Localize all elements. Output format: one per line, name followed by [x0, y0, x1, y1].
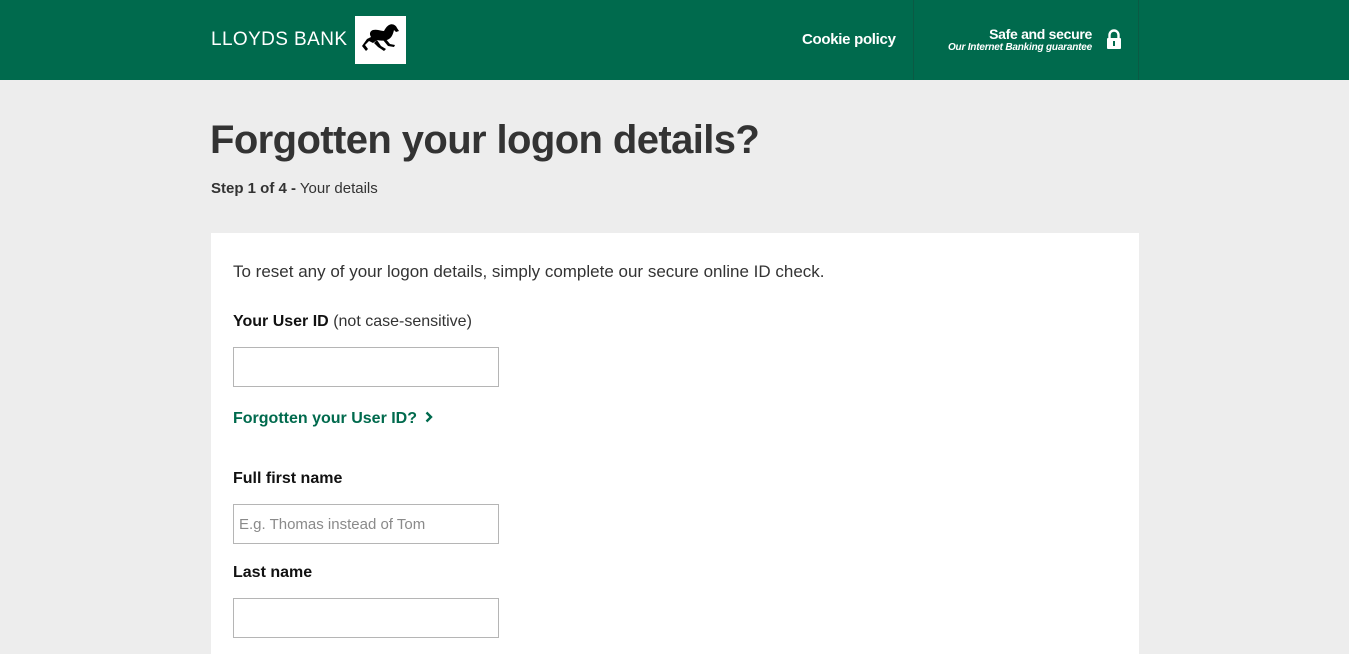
first-name-input[interactable]: [233, 504, 499, 544]
step-text: Your details: [299, 180, 378, 197]
form-panel: To reset any of your logon details, simp…: [211, 233, 1139, 654]
forgotten-user-id-link[interactable]: Forgotten your User ID?: [233, 410, 433, 428]
chevron-right-icon: [425, 410, 433, 428]
secure-subtitle: Our Internet Banking guarantee: [947, 42, 1092, 53]
user-id-label-text: Your User ID: [233, 313, 329, 330]
last-name-label: Last name: [233, 564, 313, 581]
safe-and-secure-link[interactable]: Safe and secure Our Internet Banking gua…: [914, 0, 1138, 80]
secure-title: Safe and secure: [989, 26, 1092, 42]
user-id-label: Your User ID (not case-sensitive): [233, 313, 472, 331]
site-header: LLOYDS BANK Cookie policy Safe and secur…: [0, 0, 1349, 80]
last-name-input[interactable]: [233, 598, 499, 638]
lock-icon: [1106, 29, 1122, 55]
step-label: Step 1 of 4 -: [211, 180, 297, 197]
forgotten-user-id-text: Forgotten your User ID?: [233, 410, 418, 427]
first-name-label: Full first name: [233, 470, 343, 487]
cookie-policy-link[interactable]: Cookie policy: [802, 31, 896, 48]
black-horse-logo-icon: [355, 16, 407, 64]
brand-logo-link[interactable]: LLOYDS BANK: [211, 16, 407, 64]
intro-text: To reset any of your logon details, simp…: [233, 262, 825, 281]
step-indicator: Step 1 of 4 - Your details: [211, 180, 378, 197]
page-title: Forgotten your logon details?: [210, 118, 760, 162]
user-id-input[interactable]: [233, 347, 499, 387]
brand-name: LLOYDS BANK: [211, 29, 348, 50]
user-id-hint: (not case-sensitive): [333, 313, 472, 330]
header-divider-right: [1138, 0, 1139, 80]
